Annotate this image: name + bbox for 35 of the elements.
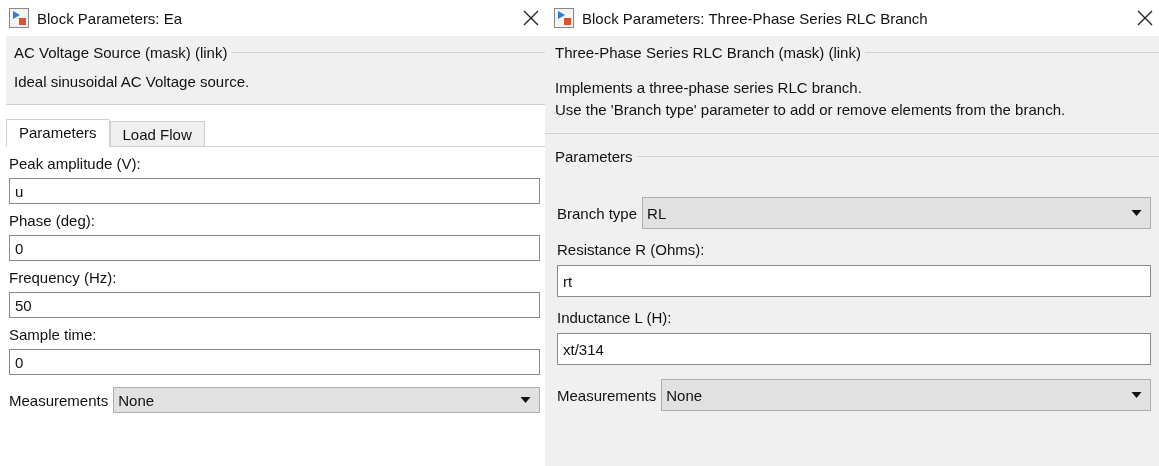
field-label: Peak amplitude (V): — [9, 154, 142, 174]
field-label: Sample time: — [9, 325, 98, 345]
section-title: Parameters — [555, 148, 633, 165]
mask-title: Three-Phase Series RLC Branch (mask) (link) — [555, 44, 861, 61]
tab[interactable]: Load Flow — [109, 121, 205, 147]
input-field[interactable]: rt — [557, 265, 1151, 297]
caret-icon — [1131, 210, 1142, 216]
description-text: Implements a three-phase series RLC branch. — [555, 78, 863, 98]
input-field[interactable]: 50 — [9, 292, 540, 318]
dropdown[interactable]: RL — [642, 197, 1151, 229]
dropdown[interactable]: None — [661, 379, 1151, 411]
description-text: Use the 'Branch type' parameter to add or remove elements from the branch. — [555, 100, 1067, 120]
input-field[interactable]: u — [9, 178, 540, 204]
close-icon[interactable] — [523, 10, 539, 26]
field-label: Frequency (Hz): — [9, 268, 118, 288]
caret-icon — [1131, 392, 1142, 398]
input-field[interactable]: xt/314 — [557, 333, 1151, 365]
field-label: Inductance L (H): — [557, 308, 673, 328]
close-icon[interactable] — [1137, 10, 1153, 26]
dropdown[interactable]: None — [113, 387, 540, 413]
field-label: Branch type — [557, 204, 638, 222]
description-text: Ideal sinusoidal AC Voltage source. — [14, 73, 251, 90]
window-title: Block Parameters: Ea — [37, 9, 184, 27]
input-field[interactable]: 0 — [9, 235, 540, 261]
window-title: Block Parameters: Three-Phase Series RLC Branch — [582, 9, 929, 27]
field-label: Resistance R (Ohms): — [557, 240, 706, 260]
field-label: Measurements — [9, 391, 109, 409]
mask-title: AC Voltage Source (mask) (link) — [14, 44, 228, 61]
block-icon — [554, 8, 574, 28]
caret-icon — [520, 397, 531, 403]
tab[interactable]: Parameters — [6, 119, 110, 147]
block-icon — [9, 8, 29, 28]
input-field[interactable]: 0 — [9, 349, 540, 375]
field-label: Measurements — [557, 386, 657, 404]
field-label: Phase (deg): — [9, 211, 96, 231]
